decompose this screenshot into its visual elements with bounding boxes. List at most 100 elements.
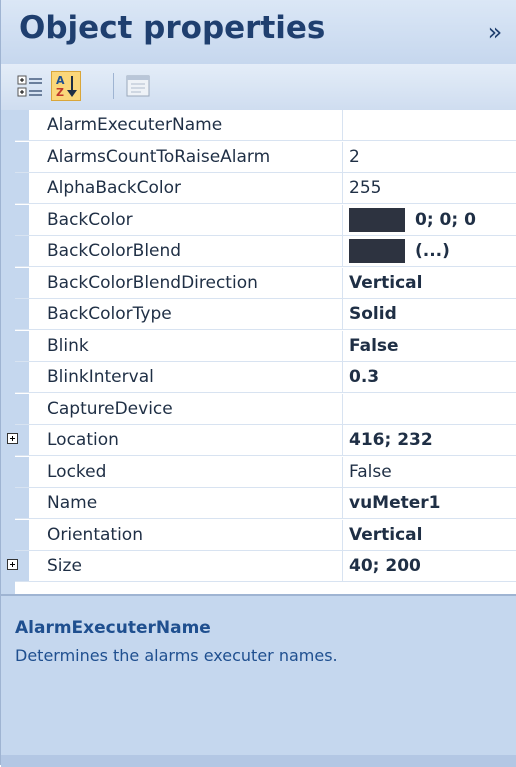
property-row[interactable]: Blink False [1,330,516,362]
row-gutter [1,110,29,140]
property-row[interactable]: AlarmsCountToRaiseAlarm 2 [1,141,516,173]
property-row[interactable]: BackColor 0; 0; 0 [1,204,516,236]
property-name: AlphaBackColor [47,178,181,198]
property-value-cell[interactable]: 255 [343,173,516,203]
panel-header: Object properties » [1,0,516,64]
color-swatch [349,239,405,263]
property-value-cell[interactable]: Vertical [343,267,516,298]
panel-title: Object properties [19,10,326,46]
property-row[interactable]: BackColorType Solid [1,299,516,330]
property-name: Orientation [47,524,143,545]
property-name-cell[interactable]: CaptureDevice [29,393,343,424]
property-name: AlarmsCountToRaiseAlarm [47,146,271,167]
property-name: BlinkInterval [47,367,154,387]
property-row[interactable]: AlphaBackColor 255 [1,173,516,204]
svg-text:Z: Z [56,86,64,99]
property-value: 2 [349,146,360,167]
property-value: False [349,335,399,356]
row-gutter [1,204,29,235]
description-footer [1,755,516,767]
property-value-cell[interactable]: False [343,330,516,361]
property-value-cell[interactable]: 40; 200 [343,551,516,581]
property-name: BackColorBlend [47,241,182,261]
property-pages-icon[interactable] [123,71,153,101]
property-name-cell[interactable]: AlarmsCountToRaiseAlarm [29,141,343,172]
property-name-cell[interactable]: BackColorType [29,299,343,329]
property-name: Size [47,556,82,576]
property-row[interactable]: Location 416; 232 [1,425,516,456]
property-value: 0.3 [349,367,380,387]
row-gutter [1,299,29,329]
property-name: Location [47,430,119,450]
description-text: Determines the alarms executer names. [15,646,338,665]
property-value: False [349,461,392,482]
property-value-cell[interactable] [343,110,516,140]
property-row[interactable]: CaptureDevice [1,393,516,425]
property-row[interactable]: Size 40; 200 [1,551,516,582]
property-name-cell[interactable]: Locked [29,456,343,487]
property-row[interactable]: BackColorBlendDirection Vertical [1,267,516,299]
property-name: Blink [47,335,89,356]
row-gutter [1,141,29,172]
expand-icon[interactable] [7,559,18,570]
row-gutter [1,393,29,424]
property-value-cell[interactable]: False [343,456,516,487]
property-value-cell[interactable]: 416; 232 [343,425,516,455]
description-pane: AlarmExecuterName Determines the alarms … [1,594,516,767]
property-value: Vertical [349,524,423,545]
property-name: Locked [47,461,107,482]
property-value: 255 [349,178,382,198]
color-swatch [349,207,405,232]
property-row[interactable]: AlarmExecuterName [1,110,516,141]
property-name-cell[interactable]: Name [29,488,343,518]
row-gutter [1,173,29,203]
alphabetical-sort-icon[interactable]: A Z [51,71,81,101]
property-name-cell[interactable]: Orientation [29,519,343,550]
property-row[interactable]: Orientation Vertical [1,519,516,551]
expand-icon[interactable] [7,433,18,444]
row-gutter [1,456,29,487]
property-name-cell[interactable]: BackColor [29,204,343,235]
property-name: BackColorBlendDirection [47,272,258,293]
property-value: 416; 232 [349,430,433,450]
categorized-icon[interactable] [15,71,45,101]
row-gutter [1,267,29,298]
property-value: (...) [415,241,450,261]
collapse-panel-button[interactable]: » [481,18,509,46]
property-value-cell[interactable]: 0.3 [343,362,516,392]
property-name-cell[interactable]: Size [29,551,343,581]
property-value-cell[interactable]: vuMeter1 [343,488,516,518]
property-grid-toolbar: A Z [1,64,516,111]
property-name-cell[interactable]: BackColorBlendDirection [29,267,343,298]
object-properties-panel: Object properties » A Z AlarmExecuterNam… [0,0,516,767]
property-name-cell[interactable]: Location [29,425,343,455]
property-value: Vertical [349,272,423,293]
property-row[interactable]: Name vuMeter1 [1,488,516,519]
property-name-cell[interactable]: AlphaBackColor [29,173,343,203]
row-gutter [1,519,29,550]
property-name: AlarmExecuterName [47,115,223,135]
property-name: BackColorType [47,304,172,324]
property-grid: AlarmExecuterName AlarmsCountToRaiseAlarm… [1,110,516,594]
property-name: BackColor [47,209,133,230]
property-name-cell[interactable]: Blink [29,330,343,361]
property-value-cell[interactable] [343,393,516,424]
description-title: AlarmExecuterName [15,618,211,638]
row-gutter [1,330,29,361]
property-name-cell[interactable]: BackColorBlend [29,236,343,266]
property-name-cell[interactable]: BlinkInterval [29,362,343,392]
property-row[interactable]: BackColorBlend (...) [1,236,516,267]
property-value-cell[interactable]: Solid [343,299,516,329]
property-value: vuMeter1 [349,493,441,513]
property-value-cell[interactable]: Vertical [343,519,516,550]
property-row[interactable]: Locked False [1,456,516,488]
property-name-cell[interactable]: AlarmExecuterName [29,110,343,140]
property-value: 0; 0; 0 [415,209,476,230]
property-value: Solid [349,304,397,324]
property-value-cell[interactable]: (...) [343,236,516,266]
property-value-cell[interactable]: 2 [343,141,516,172]
property-row[interactable]: BlinkInterval 0.3 [1,362,516,393]
row-gutter [1,236,29,266]
toolbar-separator [113,73,114,99]
property-value-cell[interactable]: 0; 0; 0 [343,204,516,235]
